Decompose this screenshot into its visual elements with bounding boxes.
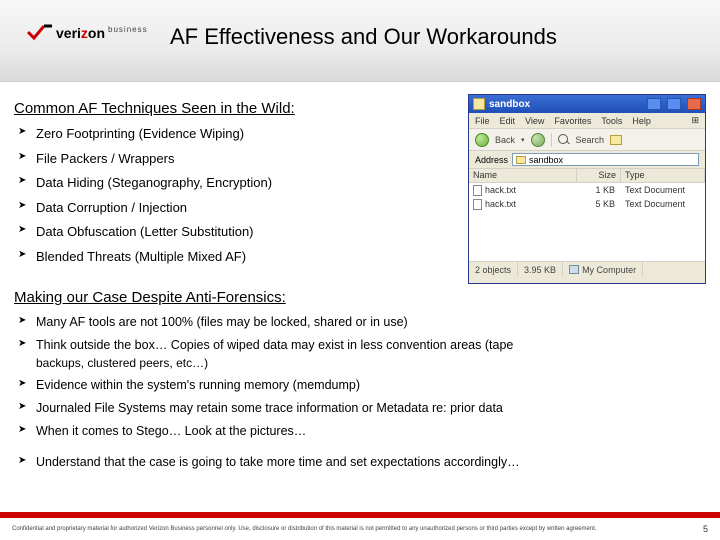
document-icon	[473, 199, 482, 210]
menu-item: File	[475, 116, 490, 126]
list-item: When it comes to Stego… Look at the pict…	[36, 423, 706, 440]
list-item: Journaled File Systems may retain some t…	[36, 400, 706, 417]
address-label: Address	[475, 155, 508, 165]
explorer-screenshot: sandbox File Edit View Favorites Tools H…	[468, 94, 706, 284]
window-title: sandbox	[489, 99, 530, 110]
column-headers: Name Size Type	[469, 169, 705, 183]
col-name: Name	[469, 169, 577, 182]
checkmark-icon	[26, 24, 54, 42]
search-icon	[558, 134, 570, 146]
status-objects: 2 objects	[469, 262, 518, 277]
list-item: Data Obfuscation (Letter Substitution)	[36, 223, 414, 241]
footer-row: Confidential and proprietary material fo…	[0, 518, 720, 540]
window-toolbar: Back ▾ Search	[469, 129, 705, 151]
maximize-icon	[667, 98, 681, 110]
folders-icon	[610, 135, 622, 145]
list-text: Many AF tools are not 100% (files may be…	[36, 315, 408, 329]
file-type: Text Document	[621, 199, 705, 209]
menu-item: Edit	[500, 116, 516, 126]
slide-header: verizon business AF Effectiveness and Ou…	[0, 0, 720, 82]
menu-item: Help	[632, 116, 651, 126]
brand-part3: on	[88, 25, 105, 41]
file-size: 1 KB	[577, 185, 621, 195]
list-item: File Packers / Wrappers	[36, 150, 414, 168]
menu-item: Tools	[601, 116, 622, 126]
list-item: Zero Footprinting (Evidence Wiping)	[36, 125, 414, 143]
menu-item: View	[525, 116, 544, 126]
address-value: sandbox	[529, 155, 563, 165]
col-type: Type	[621, 169, 705, 182]
file-list: hack.txt 1 KB Text Document hack.txt 5 K…	[469, 183, 705, 261]
list-text: Think outside the box… Copies of wiped d…	[36, 338, 513, 352]
status-bytes: 3.95 KB	[518, 262, 563, 277]
computer-icon	[569, 265, 579, 274]
back-icon	[475, 133, 489, 147]
folder-icon	[516, 156, 526, 164]
list-subtext: backups, clustered peers, etc…)	[36, 355, 706, 371]
document-icon	[473, 185, 482, 196]
folder-icon	[473, 98, 485, 110]
slide-title: AF Effectiveness and Our Workarounds	[170, 24, 704, 50]
section-2-list: Many AF tools are not 100% (files may be…	[14, 314, 706, 470]
list-item: Evidence within the system's running mem…	[36, 377, 706, 394]
list-text: Evidence within the system's running mem…	[36, 378, 360, 392]
list-item: Think outside the box… Copies of wiped d…	[36, 337, 706, 371]
address-field: sandbox	[512, 153, 699, 166]
windows-flag-icon: ⊞	[691, 115, 699, 126]
file-row: hack.txt 5 KB Text Document	[469, 197, 705, 211]
slide: verizon business AF Effectiveness and Ou…	[0, 0, 720, 540]
verizon-logo: verizon business	[26, 24, 148, 42]
section-1-heading: Common AF Techniques Seen in the Wild:	[14, 100, 414, 117]
status-location: My Computer	[563, 262, 643, 277]
col-size: Size	[577, 169, 621, 182]
close-icon	[687, 98, 701, 110]
window-menubar: File Edit View Favorites Tools Help ⊞	[469, 113, 705, 129]
file-name: hack.txt	[485, 185, 516, 195]
chevron-down-icon: ▾	[521, 136, 525, 144]
address-bar: Address sandbox	[469, 151, 705, 169]
list-text: Journaled File Systems may retain some t…	[36, 401, 503, 415]
section-2: Making our Case Despite Anti-Forensics: …	[14, 289, 706, 470]
list-text: When it comes to Stego… Look at the pict…	[36, 424, 306, 438]
list-item: Understand that the case is going to tak…	[36, 454, 706, 471]
minimize-icon	[647, 98, 661, 110]
section-2-heading: Making our Case Despite Anti-Forensics:	[14, 289, 706, 306]
status-bar: 2 objects 3.95 KB My Computer	[469, 261, 705, 277]
page-number: 5	[703, 524, 708, 534]
window-titlebar: sandbox	[469, 95, 705, 113]
brand-sub: business	[108, 25, 148, 34]
section-1: Common AF Techniques Seen in the Wild: Z…	[14, 100, 414, 265]
slide-footer: Confidential and proprietary material fo…	[0, 512, 720, 540]
back-label: Back	[495, 135, 515, 145]
file-size: 5 KB	[577, 199, 621, 209]
file-row: hack.txt 1 KB Text Document	[469, 183, 705, 197]
forward-icon	[531, 133, 545, 147]
menu-item: Favorites	[554, 116, 591, 126]
brand-part1: veri	[56, 25, 81, 41]
brand-text: verizon	[56, 25, 105, 41]
list-text: Understand that the case is going to tak…	[36, 455, 520, 469]
list-item: Data Corruption / Injection	[36, 199, 414, 217]
footer-disclaimer: Confidential and proprietary material fo…	[12, 526, 597, 532]
list-item: Blended Threats (Multiple Mixed AF)	[36, 248, 414, 266]
file-type: Text Document	[621, 185, 705, 195]
list-item: Data Hiding (Steganography, Encryption)	[36, 174, 414, 192]
brand-part2: z	[81, 25, 88, 41]
section-1-list: Zero Footprinting (Evidence Wiping) File…	[14, 125, 414, 265]
file-name: hack.txt	[485, 199, 516, 209]
search-label: Search	[576, 135, 605, 145]
list-item: Many AF tools are not 100% (files may be…	[36, 314, 706, 331]
